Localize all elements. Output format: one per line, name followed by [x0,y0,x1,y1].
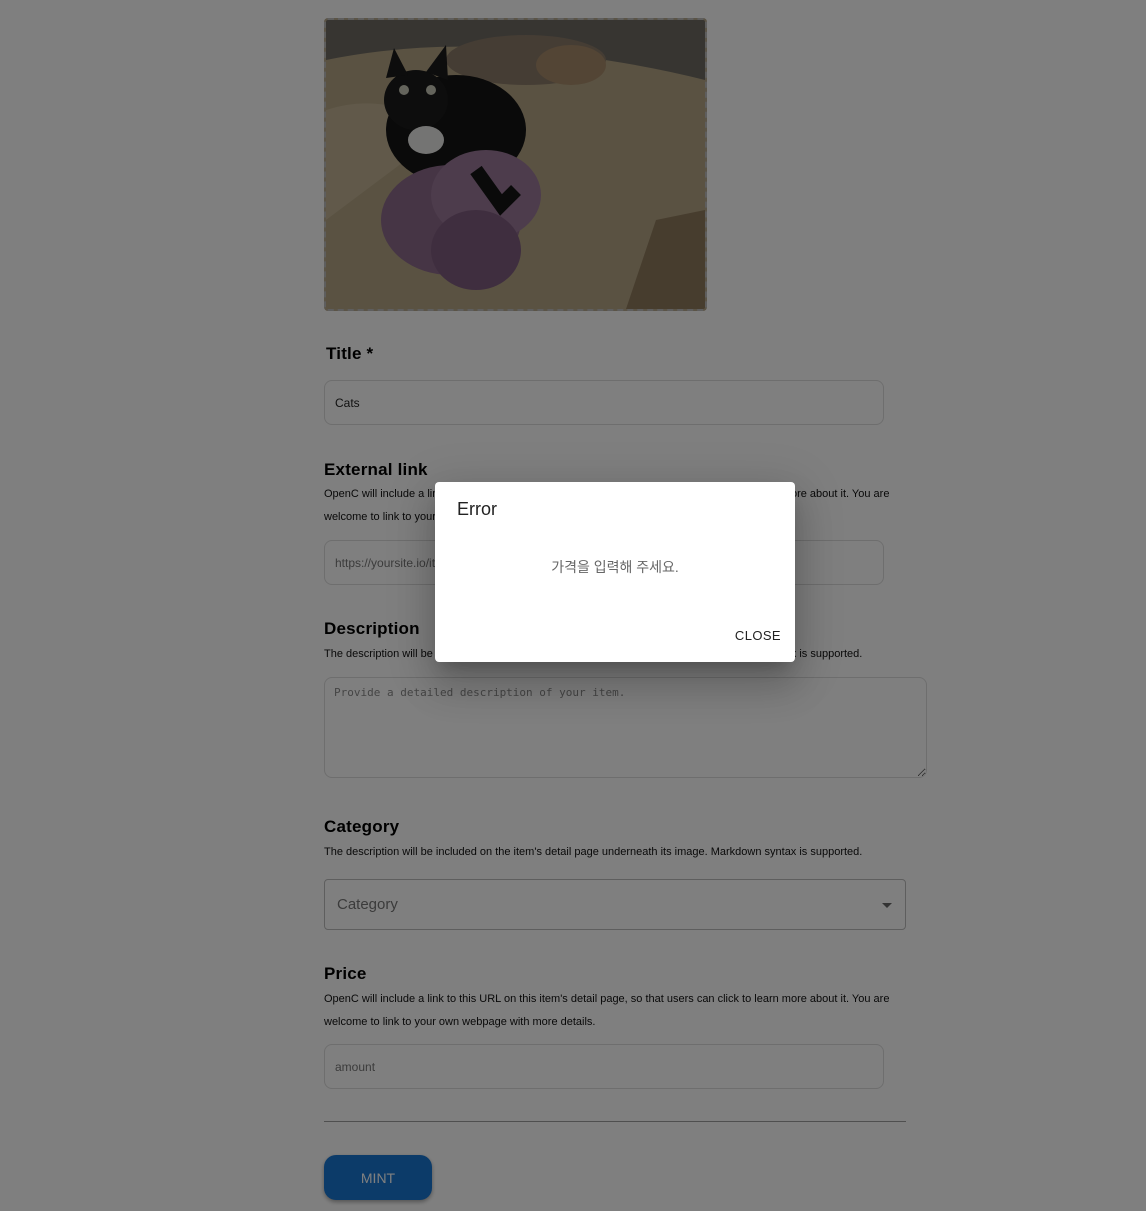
close-button[interactable]: CLOSE [735,628,781,643]
error-dialog: Error 가격을 입력해 주세요. CLOSE [435,482,795,662]
dialog-message: 가격을 입력해 주세요. [551,559,679,575]
dialog-title: Error [457,499,497,519]
